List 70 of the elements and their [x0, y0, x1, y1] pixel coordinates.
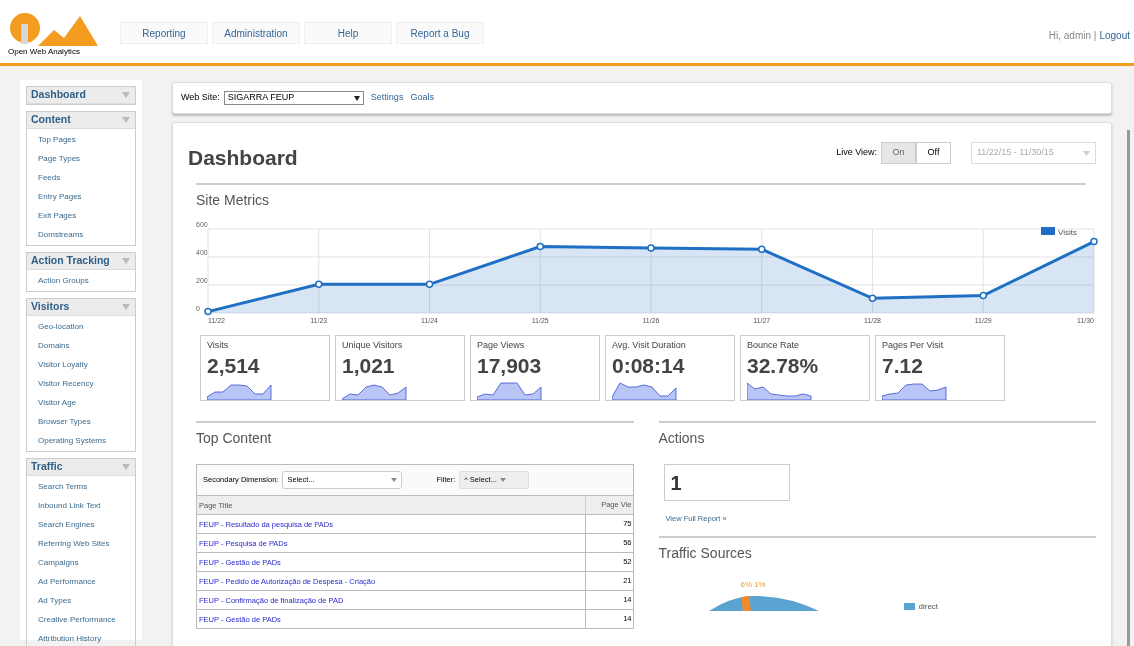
nav-item[interactable]: Domains	[27, 336, 135, 355]
logo-text: Open Web Analytics	[8, 46, 81, 58]
greeting-text: Hi, admin |	[1048, 29, 1097, 43]
metric-value: 17,903	[477, 352, 543, 379]
nav-item[interactable]: Attribution History	[27, 629, 135, 646]
section-title: Traffic Sources	[658, 544, 753, 564]
nav-tab[interactable]: Reporting	[120, 22, 208, 44]
nav-item[interactable]: Visitor Recency	[27, 374, 135, 393]
pie-label: 6%	[740, 579, 753, 592]
nav-item[interactable]: Domstreams	[27, 225, 135, 244]
metric-label: Pages Per Visit	[882, 339, 945, 352]
metric-value: 32.78%	[747, 352, 820, 379]
nav-tab[interactable]: Help	[304, 22, 392, 44]
metric-label: Avg. Visit Duration	[612, 339, 687, 352]
nav-item[interactable]: Top Pages	[27, 130, 135, 149]
live-view-toggle[interactable]: On	[881, 142, 916, 164]
logo-icon	[8, 12, 98, 46]
caret-icon	[353, 95, 360, 101]
nav-item[interactable]: Visitor Loyalty	[27, 355, 135, 374]
nav-item[interactable]: Exit Pages	[27, 206, 135, 225]
nav-item[interactable]: Entry Pages	[27, 187, 135, 206]
caret-icon	[391, 478, 398, 482]
nav-item[interactable]: Referring Web Sites	[27, 534, 135, 553]
metric-label: Visits	[207, 339, 230, 352]
section-title: Top Content	[196, 429, 273, 448]
metric-label: Page Views	[477, 339, 526, 352]
page-title: Dashboard	[188, 145, 298, 172]
filter-icon[interactable]	[122, 258, 130, 264]
legend-label: direct	[918, 602, 939, 612]
pie-label: 1%	[754, 579, 766, 592]
nav-item[interactable]: Browser Types	[27, 412, 135, 431]
metric-value: 1,021	[342, 352, 396, 379]
legend-label: Visits	[1058, 228, 1077, 237]
metric-label: Unique Visitors	[342, 339, 404, 352]
filter-icon[interactable]	[122, 464, 130, 470]
caret-icon	[499, 478, 506, 482]
nav-item[interactable]: Ad Performance	[27, 572, 135, 591]
site-link[interactable]: Goals	[410, 91, 434, 105]
live-view-toggle[interactable]: Off	[916, 142, 951, 164]
live-view-label: Live View:	[836, 146, 877, 160]
website-select[interactable]: SIGARRA FEUP	[223, 91, 364, 105]
nav-item[interactable]: Ad Types	[27, 591, 135, 610]
nav-item[interactable]: Feeds	[27, 168, 135, 187]
nav-item[interactable]: Campaigns	[27, 553, 135, 572]
nav-item[interactable]: Search Terms	[27, 477, 135, 496]
nav-item[interactable]: Visitor Age	[27, 393, 135, 412]
site-link[interactable]: Settings	[370, 91, 404, 105]
metric-value: 0:08:14	[612, 352, 686, 379]
nav-item[interactable]: Operating Systems	[27, 431, 135, 450]
nav-item[interactable]: Creative Performance	[27, 610, 135, 629]
scrollbar[interactable]	[1127, 130, 1130, 646]
filter-icon[interactable]	[122, 117, 130, 123]
section-title: Actions	[658, 429, 706, 448]
nav-item[interactable]: Geo-location	[27, 317, 135, 336]
nav-tab[interactable]: Administration	[212, 22, 300, 44]
section-title: Site Metrics	[196, 191, 271, 210]
filter-icon[interactable]	[122, 304, 130, 310]
nav-item[interactable]: Action Groups	[27, 271, 135, 290]
website-label: Web Site:	[181, 91, 220, 105]
nav-item[interactable]: Inbound Link Text	[27, 496, 135, 515]
nav-item[interactable]: Search Engines	[27, 515, 135, 534]
metric-value: 2,514	[207, 352, 261, 379]
nav-tab[interactable]: Report a Bug	[396, 22, 484, 44]
action-count: 1	[670, 470, 682, 496]
filter-icon[interactable]	[122, 92, 130, 98]
logout-link[interactable]: Logout	[1099, 28, 1130, 43]
nav-item[interactable]: Page Types	[27, 149, 135, 168]
metric-value: 7.12	[882, 352, 924, 379]
caret-icon	[1083, 150, 1090, 156]
metric-label: Bounce Rate	[747, 339, 801, 352]
